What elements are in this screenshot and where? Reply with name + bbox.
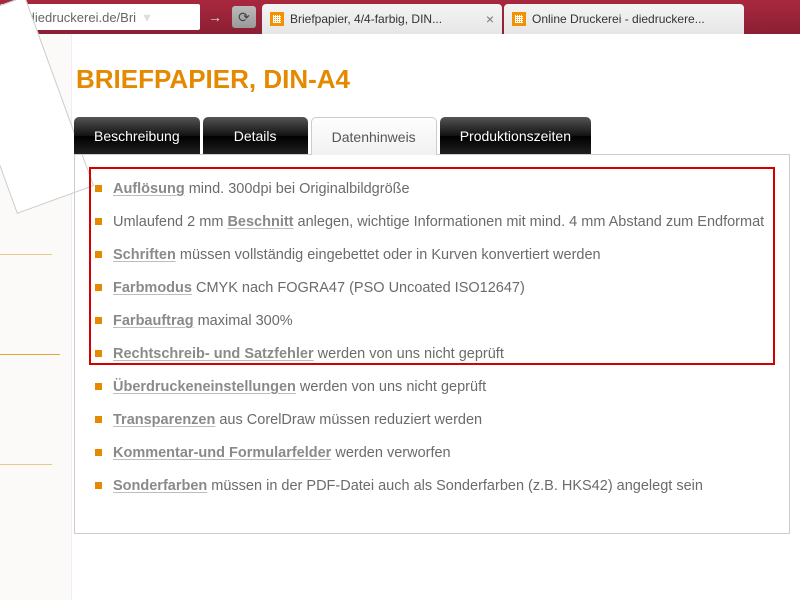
keyword: Farbauftrag	[113, 313, 194, 329]
page-body: BRIEFPAPIER, DIN-A4 Beschreibung Details…	[0, 34, 800, 600]
list-item: Sonderfarben müssen in der PDF-Datei auc…	[95, 470, 769, 503]
item-text: maximal 300%	[194, 313, 293, 329]
list-item: Transparenzen aus CorelDraw müssen reduz…	[95, 404, 769, 437]
tab-data-notice[interactable]: Datenhinweis	[311, 117, 437, 155]
item-text-pre: Umlaufend 2 mm	[113, 214, 227, 230]
tab-production-times[interactable]: Produktionszeiten	[440, 117, 591, 155]
list-item: Schriften müssen vollständig eingebettet…	[95, 239, 769, 272]
item-text: mind. 300dpi bei Originalbildgröße	[185, 181, 410, 197]
keyword: Beschnitt	[227, 214, 293, 230]
favicon-icon	[270, 12, 284, 26]
browser-tab-active[interactable]: Briefpapier, 4/4-farbig, DIN... ×	[262, 4, 502, 34]
keyword: Überdruckeneinstellungen	[113, 379, 296, 395]
browser-toolbar: ww.diedruckerei.de/Bri ▾ → ⟳ Briefpapier…	[0, 0, 800, 34]
list-item: Auflösung mind. 300dpi bei Originalbildg…	[95, 173, 769, 206]
keyword: Rechtschreib- und Satzfehler	[113, 346, 314, 362]
notice-list: Auflösung mind. 300dpi bei Originalbildg…	[95, 173, 769, 503]
list-item: Überdruckeneinstellungen werden von uns …	[95, 371, 769, 404]
tab-title: Briefpapier, 4/4-farbig, DIN...	[290, 12, 482, 26]
list-item: Rechtschreib- und Satzfehler werden von …	[95, 338, 769, 371]
forward-icon[interactable]: →	[206, 8, 224, 26]
item-text: CMYK nach FOGRA47 (PSO Uncoated ISO12647…	[192, 280, 525, 296]
item-text: werden von uns nicht geprüft	[296, 379, 486, 395]
keyword: Auflösung	[113, 181, 185, 197]
item-text: müssen vollständig eingebettet oder in K…	[176, 247, 601, 263]
favicon-icon	[512, 12, 526, 26]
main-content: BRIEFPAPIER, DIN-A4 Beschreibung Details…	[74, 64, 790, 534]
keyword: Schriften	[113, 247, 176, 263]
item-text: anlegen, wichtige Informationen mit mind…	[294, 214, 765, 230]
list-item: Umlaufend 2 mm Beschnitt anlegen, wichti…	[95, 206, 769, 239]
item-text: werden von uns nicht geprüft	[314, 346, 504, 362]
reload-icon[interactable]: ⟳	[232, 6, 256, 28]
list-item: Farbmodus CMYK nach FOGRA47 (PSO Uncoate…	[95, 272, 769, 305]
page-title: BRIEFPAPIER, DIN-A4	[76, 64, 790, 95]
page-left-edge	[0, 34, 72, 600]
item-text: aus CorelDraw müssen reduziert werden	[215, 412, 482, 428]
tab-details[interactable]: Details	[203, 117, 308, 155]
browser-tabs: Briefpapier, 4/4-farbig, DIN... × Online…	[262, 0, 800, 34]
list-item: Farbauftrag maximal 300%	[95, 305, 769, 338]
tab-title: Online Druckerei - diedruckere...	[532, 12, 736, 26]
item-text: müssen in der PDF-Datei auch als Sonderf…	[207, 478, 703, 494]
product-tabs: Beschreibung Details Datenhinweis Produk…	[74, 117, 790, 155]
keyword: Farbmodus	[113, 280, 192, 296]
item-text: werden verworfen	[331, 445, 450, 461]
browser-tab[interactable]: Online Druckerei - diedruckere...	[504, 4, 744, 34]
keyword: Sonderfarben	[113, 478, 207, 494]
dropdown-icon[interactable]: ▾	[138, 8, 156, 26]
keyword: Kommentar-und Formularfelder	[113, 445, 331, 461]
tab-panel: Auflösung mind. 300dpi bei Originalbildg…	[74, 154, 790, 534]
tab-description[interactable]: Beschreibung	[74, 117, 200, 155]
list-item: Kommentar-und Formularfelder werden verw…	[95, 437, 769, 470]
keyword: Transparenzen	[113, 412, 215, 428]
close-icon[interactable]: ×	[486, 11, 494, 27]
